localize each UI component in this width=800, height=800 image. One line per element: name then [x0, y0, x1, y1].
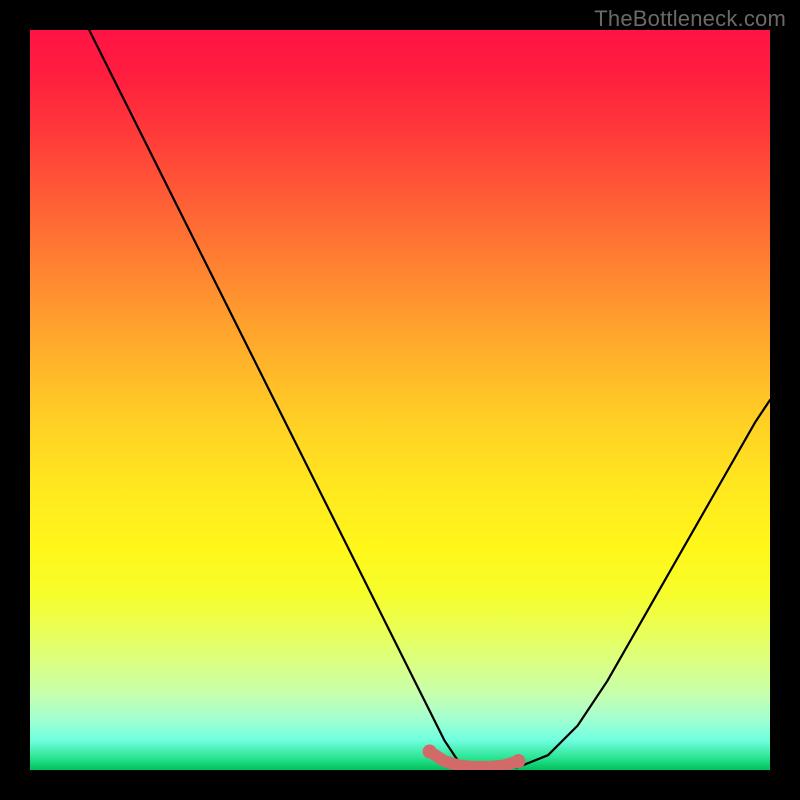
- watermark-text: TheBottleneck.com: [594, 6, 786, 32]
- valley-endpoint-left: [423, 745, 437, 759]
- bottleneck-curve: [89, 30, 770, 769]
- valley-endpoint-right: [511, 754, 525, 768]
- valley-highlight-curve: [430, 752, 519, 768]
- chart-frame: TheBottleneck.com: [0, 0, 800, 800]
- curve-svg: [30, 30, 770, 770]
- plot-area: [30, 30, 770, 770]
